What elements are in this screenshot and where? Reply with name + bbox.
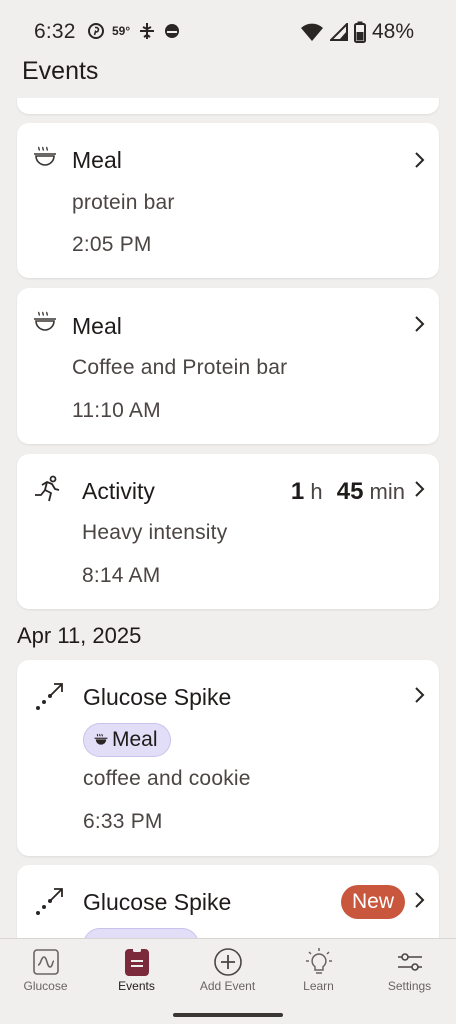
bottom-navigation: Glucose Events Add Event Learn Settings [0, 938, 456, 1024]
event-description: Coffee and Protein bar [72, 356, 288, 379]
airplane-icon [140, 23, 155, 39]
date-group-header: Apr 11, 2025 [17, 623, 142, 648]
nav-item-glucose[interactable]: Glucose [0, 939, 91, 1009]
temperature-text: 59° [112, 24, 131, 38]
nav-label: Glucose [23, 979, 68, 993]
wifi-icon [300, 23, 323, 41]
duration-minutes-unit: min [369, 479, 405, 504]
chevron-right-icon [415, 152, 425, 168]
status-time: 6:32 [34, 20, 76, 43]
nav-item-events[interactable]: Events [91, 939, 182, 1009]
chevron-right-icon [415, 481, 425, 497]
battery-percent: 48% [371, 20, 414, 43]
event-description: coffee and cookie [83, 767, 251, 790]
events-clipboard-icon [124, 948, 149, 976]
meal-icon [34, 146, 56, 166]
duration-hours: 1 [290, 478, 305, 505]
event-description: Heavy intensity [82, 521, 228, 544]
nav-label: Settings [387, 979, 432, 993]
event-duration: 1 h 45 min [291, 478, 405, 506]
nav-item-settings[interactable]: Settings [364, 939, 455, 1009]
signal-icon [329, 23, 348, 41]
gesture-handle[interactable] [173, 1013, 283, 1017]
event-time: 6:33 PM [83, 810, 163, 833]
chip-label: Meal [112, 728, 158, 751]
battery-icon [353, 21, 366, 43]
duration-minutes: 45 [336, 478, 364, 505]
activity-tag-chip [83, 928, 199, 938]
meal-tag-chip: Meal [83, 723, 171, 757]
status-notification-icons: 59° [88, 22, 180, 40]
event-type: Activity [82, 478, 155, 504]
glucose-spike-icon [36, 683, 63, 710]
event-time: 8:14 AM [82, 564, 161, 587]
event-card-glucose-spike[interactable]: Glucose Spike Meal coffee and cookie 6:3… [17, 660, 439, 856]
glucose-chart-icon [32, 949, 59, 975]
event-type: Meal [72, 147, 122, 173]
nav-label: Events [118, 979, 155, 993]
event-card-activity[interactable]: Activity 1 h 45 min Heavy intensity 8:14… [17, 454, 439, 609]
meal-icon [94, 733, 108, 745]
event-type: Glucose Spike [83, 684, 232, 710]
meal-icon [34, 311, 56, 331]
page-title: Events [22, 57, 99, 85]
duration-hours-unit: h [310, 479, 323, 504]
moon-icon [165, 24, 180, 38]
nav-label: Learn [303, 979, 334, 993]
nav-item-add-event[interactable]: Add Event [182, 939, 273, 1009]
add-circle-icon [213, 948, 242, 976]
lightbulb-icon [305, 948, 332, 974]
event-description: protein bar [72, 191, 175, 214]
event-time: 2:05 PM [72, 233, 152, 256]
event-card-meal[interactable]: Meal Coffee and Protein bar 11:10 AM [17, 288, 439, 444]
pinterest-icon [88, 23, 104, 39]
events-list[interactable]: Meal protein bar 2:05 PM Meal Coffee and… [0, 98, 456, 938]
sliders-icon [397, 953, 422, 971]
event-time: 11:10 AM [72, 399, 161, 422]
chevron-right-icon [415, 687, 425, 703]
event-card-glucose-spike[interactable]: Glucose Spike New [17, 865, 439, 938]
chevron-right-icon [415, 892, 425, 908]
status-bar: 6:32 59° 48% [0, 0, 456, 64]
event-type: Glucose Spike [83, 889, 232, 915]
new-badge: New [341, 885, 405, 919]
glucose-spike-icon [36, 888, 63, 915]
event-card-partial[interactable] [17, 98, 439, 114]
nav-label: Add Event [199, 979, 256, 993]
chevron-right-icon [415, 316, 425, 332]
event-card-meal[interactable]: Meal protein bar 2:05 PM [17, 123, 439, 278]
event-type: Meal [72, 313, 122, 339]
nav-item-learn[interactable]: Learn [273, 939, 364, 1009]
status-system-icons: 48% [300, 20, 414, 44]
running-icon [35, 475, 60, 502]
